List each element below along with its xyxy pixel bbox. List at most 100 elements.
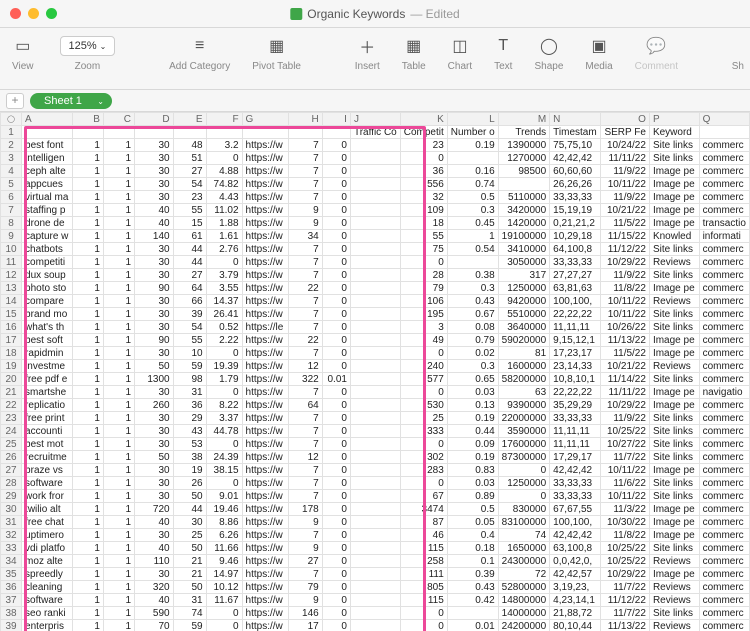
cell[interactable] <box>350 581 400 594</box>
cell[interactable]: https://w <box>242 178 288 191</box>
cell[interactable]: 3.37 <box>206 412 242 425</box>
cell[interactable]: commerc <box>699 152 749 165</box>
cell[interactable]: 33,33,33 <box>550 412 601 425</box>
header-cell[interactable] <box>242 126 288 139</box>
cell[interactable]: 0 <box>322 139 350 152</box>
cell[interactable]: 0 <box>322 490 350 503</box>
cell[interactable]: 43 <box>173 425 206 438</box>
cell[interactable]: 1 <box>103 607 134 620</box>
cell[interactable]: 1 <box>103 139 134 152</box>
cell[interactable]: 0 <box>322 477 350 490</box>
cell[interactable]: https://w <box>242 529 288 542</box>
col-header[interactable]: Q <box>699 113 749 126</box>
cell[interactable]: commerc <box>699 516 749 529</box>
cell[interactable]: commerc <box>699 438 749 451</box>
cell[interactable]: 0 <box>206 152 242 165</box>
zoom-value[interactable]: 125%⌄ <box>60 36 116 56</box>
col-header[interactable]: L <box>447 113 498 126</box>
cell[interactable]: 1 <box>73 347 104 360</box>
cell[interactable]: 0 <box>322 282 350 295</box>
cell[interactable]: 10/29/22 <box>600 568 649 581</box>
header-cell[interactable] <box>699 126 749 139</box>
cell[interactable]: 19.39 <box>206 360 242 373</box>
cell[interactable]: Site links <box>649 542 699 555</box>
cell[interactable] <box>350 243 400 256</box>
cell[interactable]: accounti <box>22 425 73 438</box>
cell[interactable]: commerc <box>699 139 749 152</box>
cell[interactable] <box>350 425 400 438</box>
cell[interactable]: https://w <box>242 451 288 464</box>
cell[interactable]: seo ranki <box>22 607 73 620</box>
cell[interactable]: 10/25/22 <box>600 542 649 555</box>
cell[interactable]: https://w <box>242 386 288 399</box>
cell[interactable]: 283 <box>400 464 447 477</box>
insert-button[interactable]: ＋Insert <box>355 34 380 72</box>
cell[interactable]: 0 <box>322 412 350 425</box>
cell[interactable]: Image pe <box>649 191 699 204</box>
cell[interactable]: 28 <box>400 269 447 282</box>
cell[interactable] <box>350 308 400 321</box>
cell[interactable]: 33,33,33 <box>550 191 601 204</box>
cell[interactable]: free chat <box>22 516 73 529</box>
cell[interactable]: 50 <box>135 451 174 464</box>
cell[interactable]: 1 <box>103 425 134 438</box>
cell[interactable]: 0 <box>322 334 350 347</box>
text-button[interactable]: TText <box>494 34 512 72</box>
row-header[interactable]: 9 <box>1 230 22 243</box>
cell[interactable]: 0 <box>322 594 350 607</box>
col-header[interactable]: K <box>400 113 447 126</box>
cell[interactable]: 40 <box>135 594 174 607</box>
cell[interactable]: 42,42,42 <box>550 529 601 542</box>
cell[interactable]: 1 <box>73 490 104 503</box>
cell[interactable]: 34 <box>288 230 322 243</box>
cell[interactable]: 0 <box>206 477 242 490</box>
row-header[interactable]: 1 <box>1 126 22 139</box>
cell[interactable]: 11/6/22 <box>600 477 649 490</box>
cell[interactable]: 3.55 <box>206 282 242 295</box>
cell[interactable]: 17,29,17 <box>550 451 601 464</box>
cell[interactable]: 0.08 <box>447 321 498 334</box>
cell[interactable]: 1 <box>73 503 104 516</box>
cell[interactable]: 30 <box>135 568 174 581</box>
header-cell[interactable]: Trends <box>498 126 550 139</box>
cell[interactable] <box>350 295 400 308</box>
cell[interactable]: Site links <box>649 607 699 620</box>
header-cell[interactable] <box>322 126 350 139</box>
cell[interactable]: 30 <box>135 464 174 477</box>
spreadsheet-table[interactable]: ◯ABCDEFGHIJKLMNOPQ1Traffic CoCompetitNum… <box>0 112 750 631</box>
cell[interactable]: 0.39 <box>447 568 498 581</box>
cell[interactable] <box>350 321 400 334</box>
cell[interactable] <box>350 282 400 295</box>
cell[interactable]: 115 <box>400 542 447 555</box>
cell[interactable]: 0 <box>322 568 350 581</box>
cell[interactable]: 9 <box>288 516 322 529</box>
cell[interactable] <box>350 386 400 399</box>
cell[interactable]: Site links <box>649 243 699 256</box>
cell[interactable]: Image pe <box>649 204 699 217</box>
cell[interactable]: what's th <box>22 321 73 334</box>
cell[interactable]: 64,100,8 <box>550 243 601 256</box>
cell[interactable]: 1 <box>103 334 134 347</box>
cell[interactable]: 0 <box>206 620 242 631</box>
cell[interactable]: 3.79 <box>206 269 242 282</box>
cell[interactable]: 36 <box>173 399 206 412</box>
cell[interactable]: 21,88,72 <box>550 607 601 620</box>
cell[interactable]: 39 <box>173 308 206 321</box>
cell[interactable]: 1 <box>73 581 104 594</box>
cell[interactable]: 1 <box>73 477 104 490</box>
cell[interactable]: moz alte <box>22 555 73 568</box>
cell[interactable]: 1 <box>73 204 104 217</box>
cell[interactable]: 30 <box>135 386 174 399</box>
row-header[interactable]: 2 <box>1 139 22 152</box>
row-header[interactable]: 12 <box>1 269 22 282</box>
col-header[interactable]: M <box>498 113 550 126</box>
cell[interactable]: commerc <box>699 373 749 386</box>
cell[interactable]: 115 <box>400 594 447 607</box>
row-header[interactable]: 37 <box>1 594 22 607</box>
cell[interactable]: 1 <box>103 464 134 477</box>
cell[interactable]: replicatio <box>22 399 73 412</box>
cell[interactable]: 3410000 <box>498 243 550 256</box>
cell[interactable]: 146 <box>288 607 322 620</box>
cell[interactable]: 10/11/22 <box>600 295 649 308</box>
cell[interactable]: 178 <box>288 503 322 516</box>
